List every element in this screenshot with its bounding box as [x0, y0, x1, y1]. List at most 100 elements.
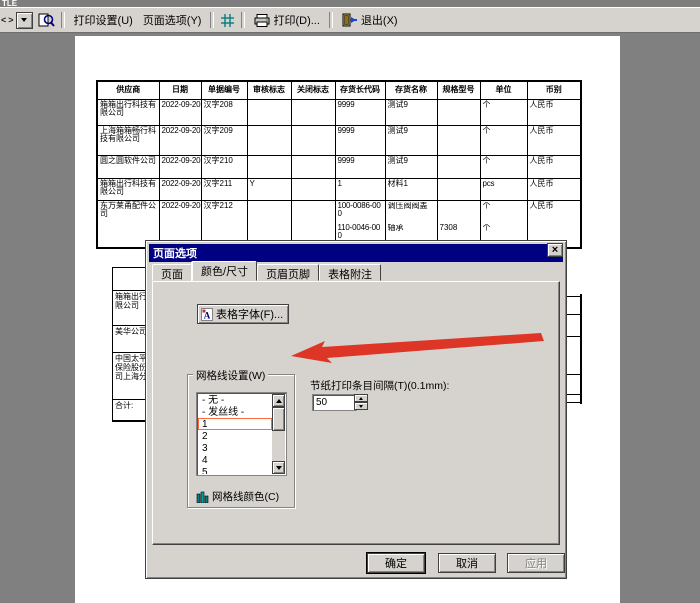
table-row: 箱箱出行科技有限公司 2022-09-20 汉字208 9999 测试9 个 人…: [97, 99, 581, 125]
table-font-button[interactable]: A 表格字体(F)...: [197, 304, 289, 324]
print-settings-button[interactable]: 打印设置(U): [69, 10, 138, 30]
magnifier-page-icon: [38, 13, 55, 28]
cell-unit: 个: [480, 125, 527, 155]
col-header: 供应商: [97, 81, 159, 99]
apply-button[interactable]: 应用: [507, 553, 565, 573]
scrollbar-thumb[interactable]: [272, 407, 285, 431]
cell-close: [291, 155, 335, 178]
paper-saving-spacing-label: 节纸打印条目间隔(T)(0.1mm):: [310, 378, 449, 393]
table-row: 箱箱出行科技有限公司 2022-09-20 汉字211 Y 1 材料1 pcs …: [97, 178, 581, 200]
table-row: 圆之圆软件公司 2022-09-20 汉字210 9999 测试9 个 人民币: [97, 155, 581, 178]
cell-doc-no: 汉字209: [201, 125, 247, 155]
col-header: 日期: [159, 81, 201, 99]
spin-up-icon[interactable]: [354, 394, 368, 402]
tab-page[interactable]: 页面: [152, 264, 192, 281]
annotation-arrow-icon: [289, 332, 547, 364]
list-item[interactable]: 5: [198, 466, 272, 474]
spacing-spinbox: [312, 394, 369, 411]
col-header: 存货长代码: [335, 81, 385, 99]
col-header: 单位: [480, 81, 527, 99]
cell-date: 2022-09-20: [159, 155, 201, 178]
exit-door-icon: [342, 13, 358, 27]
app-window: TLE < > 打印设置(U) 页面选项(Y): [0, 0, 700, 603]
cell-inv-code: 9999: [335, 99, 385, 125]
tab-header-footer[interactable]: 页眉页脚: [257, 264, 319, 281]
list-item[interactable]: 4: [198, 454, 272, 466]
printer-icon: [254, 14, 270, 27]
cancel-button[interactable]: 取消: [438, 553, 496, 573]
list-item-selected[interactable]: 1: [198, 418, 272, 430]
gridline-color-button[interactable]: 网格线颜色(C): [196, 489, 279, 504]
cell-close: [291, 178, 335, 200]
table-font-button-label: 表格字体(F)...: [216, 306, 283, 322]
cell-date: 2022-09-20: [159, 125, 201, 155]
list-item[interactable]: 2: [198, 430, 272, 442]
scroll-up-icon[interactable]: [272, 394, 285, 407]
spin-down-icon[interactable]: [354, 402, 368, 410]
page-options-button[interactable]: 页面选项(Y): [138, 10, 207, 30]
cell-spec: [437, 125, 480, 155]
cell-inv-code: 1: [335, 178, 385, 200]
cell-doc-no: 汉字211: [201, 178, 247, 200]
cell-currency: 人民币: [527, 99, 581, 125]
svg-text:A: A: [204, 310, 211, 320]
close-icon[interactable]: ×: [547, 243, 563, 257]
cell-spec: [437, 155, 480, 178]
toolbar: < > 打印设置(U) 页面选项(Y): [0, 7, 700, 33]
gridline-listbox[interactable]: - 无 - - 发丝线 - 1 2 3 4 5 6: [196, 392, 287, 476]
toolbar-separator: [210, 12, 214, 28]
color-size-tab-panel: A 表格字体(F)... 网格线设置(W) - 无 - - 发丝线 - 1 2 …: [152, 281, 560, 545]
dialog-tabs: 页面 颜色/尺寸 页眉页脚 表格附注: [152, 264, 381, 281]
tab-table-notes[interactable]: 表格附注: [319, 264, 381, 281]
col-header: 规格型号: [437, 81, 480, 99]
cell-supplier: 上海箱箱畅行科技有限公司: [97, 125, 159, 155]
preview-zoom-button[interactable]: [36, 12, 57, 29]
table-row: 上海箱箱畅行科技有限公司 2022-09-20 汉字209 9999 测试9 个…: [97, 125, 581, 155]
unit-line: 个: [483, 202, 525, 224]
cell-spec: [437, 99, 480, 125]
chevron-down-icon: [21, 18, 27, 22]
grid-toggle-button[interactable]: [218, 12, 237, 29]
cell-supplier: 箱箱出行科技有限公司: [97, 99, 159, 125]
scroll-down-icon[interactable]: [272, 461, 285, 474]
page-nav-dropdown-button[interactable]: [16, 12, 33, 29]
cell-audit: [247, 99, 291, 125]
gridline-color-icon: [196, 491, 209, 503]
cell-audit: Y: [247, 178, 291, 200]
gridline-options: - 无 - - 发丝线 - 1 2 3 4 5 6: [198, 394, 272, 474]
cell-unit: 个: [480, 155, 527, 178]
cell-unit: pcs: [480, 178, 527, 200]
cell-inv-code: 9999: [335, 125, 385, 155]
dialog-titlebar[interactable]: 页面选项: [149, 244, 563, 262]
cell-supplier: 圆之圆软件公司: [97, 155, 159, 178]
col-header: 币别: [527, 81, 581, 99]
cell-close: [291, 99, 335, 125]
cell-spec: [437, 178, 480, 200]
window-title-fragment: TLE: [2, 0, 17, 7]
cell-close: [291, 125, 335, 155]
ok-button[interactable]: 确定: [367, 553, 425, 573]
spacing-input[interactable]: [312, 394, 357, 411]
next-page-button[interactable]: >: [8, 15, 13, 25]
listbox-scrollbar[interactable]: [272, 394, 285, 474]
col-header: 审核标志: [247, 81, 291, 99]
exit-button-label: 退出(X): [361, 12, 398, 28]
cell-currency: 人民币: [527, 125, 581, 155]
list-item[interactable]: - 发丝线 -: [198, 406, 272, 418]
cell-audit: [247, 155, 291, 178]
print-button[interactable]: 打印(D)...: [249, 10, 324, 30]
list-item[interactable]: 3: [198, 442, 272, 454]
gridline-color-label: 网格线颜色(C): [212, 489, 279, 504]
exit-button[interactable]: 退出(X): [337, 10, 403, 30]
prev-page-button[interactable]: <: [1, 15, 6, 25]
cell-currency: 人民币: [527, 155, 581, 178]
font-icon: A: [201, 308, 213, 321]
toolbar-separator: [61, 12, 65, 28]
table-header-row: 供应商 日期 单据编号 审核标志 关闭标志 存货长代码 存货名称 规格型号 单位…: [97, 81, 581, 99]
cell-inv-name: 测试9: [385, 99, 437, 125]
list-item[interactable]: - 无 -: [198, 394, 272, 406]
inv-name-line: 调压阀阀盖: [388, 202, 435, 224]
inv-code-line: 100-0086-000: [338, 202, 383, 224]
tab-color-size[interactable]: 颜色/尺寸: [192, 261, 257, 281]
cell-inv-code: 9999: [335, 155, 385, 178]
